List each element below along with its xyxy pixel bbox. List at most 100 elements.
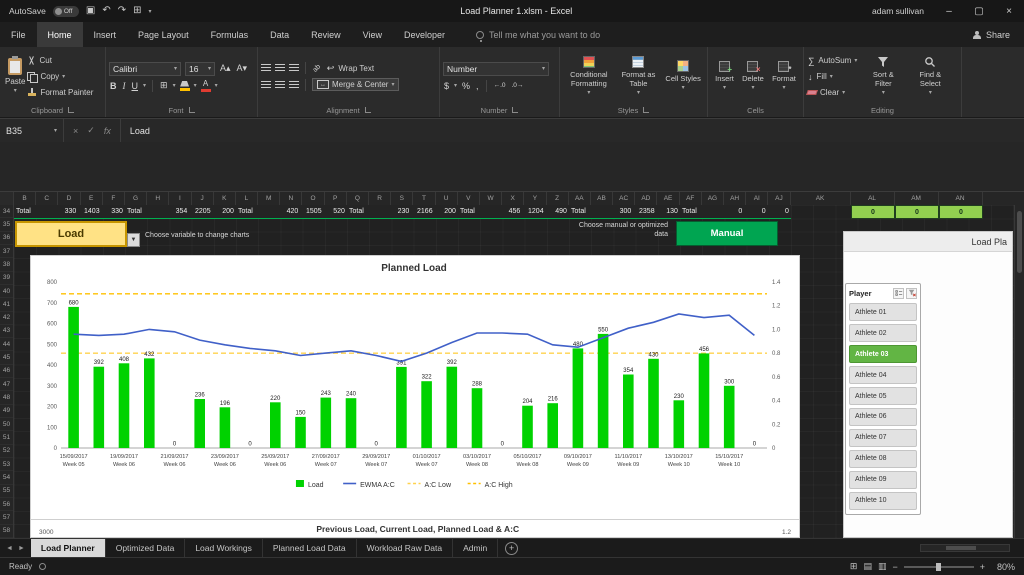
total-value-cell[interactable]: 230: [388, 205, 411, 218]
format-as-table-button[interactable]: Format as Table▾: [615, 56, 661, 97]
total-value-cell[interactable]: 2205: [189, 205, 212, 218]
align-bottom-icon[interactable]: [289, 64, 299, 72]
cut-button[interactable]: Cut: [27, 54, 93, 68]
accounting-format-icon[interactable]: $: [443, 81, 450, 91]
column-header-R[interactable]: R: [369, 192, 391, 205]
planned-load-chart[interactable]: Planned Load010020030040050060070080000.…: [30, 255, 800, 520]
column-header-V[interactable]: V: [458, 192, 480, 205]
total-label-cell[interactable]: Total: [569, 205, 610, 218]
formula-input[interactable]: Load: [121, 126, 150, 136]
normal-view-icon[interactable]: ⊞: [850, 561, 858, 572]
row-header-52[interactable]: 52: [0, 445, 13, 458]
borders-icon[interactable]: ⊞: [159, 80, 169, 91]
alignment-dialog-launcher[interactable]: [365, 107, 371, 113]
column-header-S[interactable]: S: [391, 192, 413, 205]
ribbon-tab-insert[interactable]: Insert: [83, 22, 128, 47]
italic-button[interactable]: I: [122, 81, 127, 91]
cancel-entry-icon[interactable]: ×: [73, 126, 78, 136]
decrease-decimal-icon[interactable]: .0→: [510, 82, 524, 89]
column-header-K[interactable]: K: [214, 192, 236, 205]
page-layout-view-icon[interactable]: ▤: [863, 561, 872, 572]
paste-button[interactable]: Paste ▾: [3, 58, 27, 96]
align-left-icon[interactable]: [261, 81, 271, 89]
ribbon-tab-home[interactable]: Home: [37, 22, 83, 47]
row-header-35[interactable]: 35: [0, 218, 13, 231]
number-dialog-launcher[interactable]: [512, 107, 518, 113]
slicer-item-athlete-06[interactable]: Athlete 06: [849, 408, 917, 426]
wrap-text-button[interactable]: ↩Wrap Text: [326, 63, 374, 74]
manual-mode-button[interactable]: Manual: [676, 221, 778, 246]
column-header-AM[interactable]: AM: [895, 192, 939, 205]
total-label-cell[interactable]: Total: [125, 205, 166, 218]
total-value-cell[interactable]: 1204: [522, 205, 545, 218]
row-header-44[interactable]: 44: [0, 338, 13, 351]
column-header-O[interactable]: O: [302, 192, 324, 205]
align-right-icon[interactable]: [289, 81, 299, 89]
ribbon-tab-formulas[interactable]: Formulas: [200, 22, 260, 47]
slicer-item-athlete-08[interactable]: Athlete 08: [849, 450, 917, 468]
total-label-cell[interactable]: Total: [347, 205, 388, 218]
column-header-D[interactable]: D: [58, 192, 80, 205]
format-cells-button[interactable]: * Format▾: [770, 61, 798, 92]
horizontal-scrollbar[interactable]: [920, 544, 1010, 552]
row-header-56[interactable]: 56: [0, 498, 13, 511]
column-header-AF[interactable]: AF: [680, 192, 702, 205]
sheet-tab-planned-load-data[interactable]: Planned Load Data: [263, 539, 357, 557]
row-header-46[interactable]: 46: [0, 365, 13, 378]
column-header-Z[interactable]: Z: [547, 192, 569, 205]
load-variable-selector[interactable]: Load: [15, 221, 127, 247]
column-header-W[interactable]: W: [480, 192, 502, 205]
ribbon-tab-view[interactable]: View: [352, 22, 393, 47]
column-header-N[interactable]: N: [280, 192, 302, 205]
slicer-item-athlete-04[interactable]: Athlete 04: [849, 366, 917, 384]
row-header-53[interactable]: 53: [0, 458, 13, 471]
row-header-36[interactable]: 36: [0, 232, 13, 245]
row-header-37[interactable]: 37: [0, 245, 13, 258]
column-header-Q[interactable]: Q: [347, 192, 369, 205]
multi-select-icon[interactable]: [893, 288, 904, 299]
column-header-AH[interactable]: AH: [724, 192, 746, 205]
page-break-view-icon[interactable]: ▥: [878, 561, 887, 572]
restore-button[interactable]: ▢: [964, 0, 994, 22]
clear-button[interactable]: Clear▾: [807, 86, 857, 100]
total-value-cell[interactable]: 330: [55, 205, 78, 218]
slicer-item-athlete-01[interactable]: Athlete 01: [849, 303, 917, 321]
row-header-55[interactable]: 55: [0, 485, 13, 498]
ribbon-tab-page-layout[interactable]: Page Layout: [127, 22, 200, 47]
row-header-57[interactable]: 57: [0, 511, 13, 524]
underline-button[interactable]: U: [131, 81, 140, 91]
row-header-58[interactable]: 58: [0, 525, 13, 538]
column-header-I[interactable]: I: [169, 192, 191, 205]
row-header-45[interactable]: 45: [0, 351, 13, 364]
row-header-48[interactable]: 48: [0, 391, 13, 404]
total-label-cell[interactable]: Total: [680, 205, 721, 218]
conditional-formatting-button[interactable]: Conditional Formatting▾: [564, 56, 614, 97]
column-header-G[interactable]: G: [125, 192, 147, 205]
zoom-slider-thumb[interactable]: [936, 563, 941, 571]
bold-button[interactable]: B: [109, 81, 118, 91]
font-dialog-launcher[interactable]: [189, 107, 195, 113]
total-value-cell[interactable]: 330: [102, 205, 125, 218]
column-header-T[interactable]: T: [413, 192, 435, 205]
column-header-E[interactable]: E: [81, 192, 103, 205]
column-header-X[interactable]: X: [502, 192, 524, 205]
redo-icon[interactable]: ↷: [118, 6, 126, 16]
column-header-AD[interactable]: AD: [635, 192, 657, 205]
slicer-item-athlete-09[interactable]: Athlete 09: [849, 471, 917, 489]
insert-function-icon[interactable]: fx: [104, 126, 111, 136]
column-header-AJ[interactable]: AJ: [768, 192, 790, 205]
total-value-cell[interactable]: 1403: [78, 205, 101, 218]
row-header-49[interactable]: 49: [0, 405, 13, 418]
column-header-AC[interactable]: AC: [613, 192, 635, 205]
macro-record-icon[interactable]: [39, 563, 46, 570]
comma-style-icon[interactable]: ,: [475, 81, 480, 91]
column-header-L[interactable]: L: [236, 192, 258, 205]
align-top-icon[interactable]: [261, 64, 271, 72]
select-all-corner[interactable]: [0, 192, 14, 205]
total-value-cell[interactable]: 0: [768, 205, 791, 218]
row-header-34[interactable]: 34: [0, 205, 13, 218]
slicer-item-athlete-10[interactable]: Athlete 10: [849, 492, 917, 510]
total-value-cell[interactable]: 200: [435, 205, 458, 218]
increase-font-icon[interactable]: A▴: [219, 63, 232, 74]
total-label-cell[interactable]: Total: [236, 205, 277, 218]
